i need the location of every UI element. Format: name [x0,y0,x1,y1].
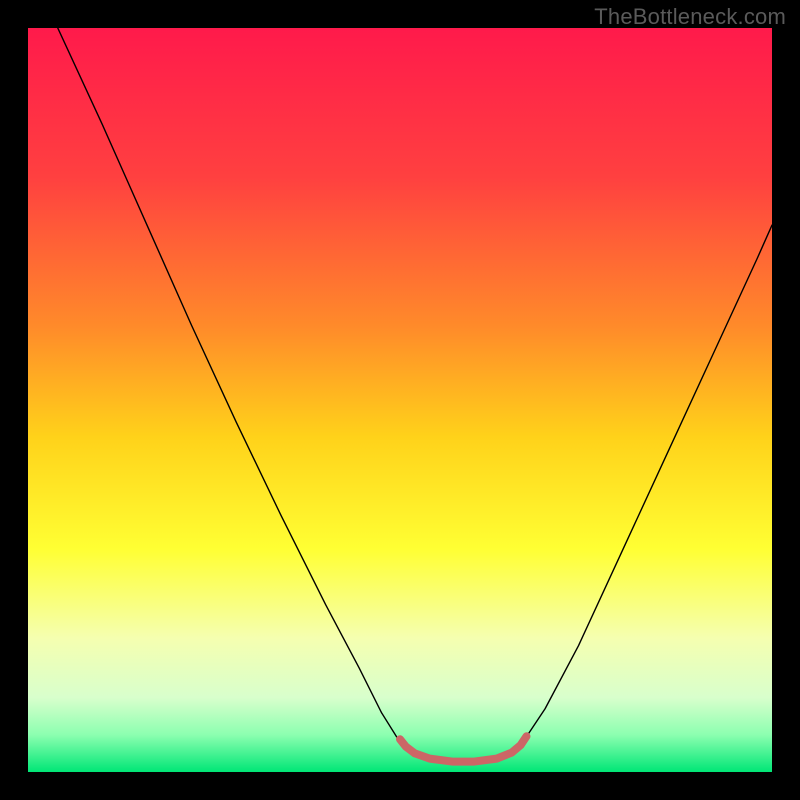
watermark-text: TheBottleneck.com [594,4,786,30]
chart-plot-area [28,28,772,772]
chart-frame: TheBottleneck.com [0,0,800,800]
chart-background [28,28,772,772]
chart-svg [28,28,772,772]
